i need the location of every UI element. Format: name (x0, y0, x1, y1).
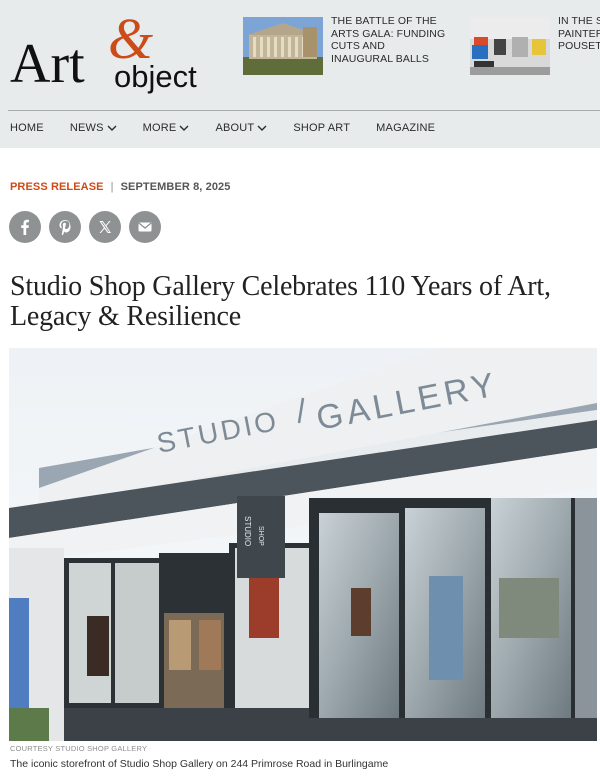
share-x-button[interactable] (89, 211, 121, 243)
hanging-sign-text-2: SHOP (257, 526, 264, 546)
main-nav: HOME NEWS MORE ABOUT SHOP ART MAGAZINE (10, 122, 461, 134)
svg-text:object: object (114, 59, 197, 94)
chevron-down-icon (179, 125, 189, 131)
svg-text:Art: Art (10, 33, 85, 95)
nav-item-news[interactable]: NEWS (70, 122, 117, 134)
image-credit: COURTESY STUDIO SHOP GALLERY (10, 744, 148, 753)
share-facebook-button[interactable] (9, 211, 41, 243)
storefront-photo: STUDIO GALLERY STUDIO SHOP (9, 348, 597, 741)
article-hero-image[interactable]: STUDIO GALLERY STUDIO SHOP (9, 348, 597, 741)
x-icon (99, 221, 111, 233)
nav-label: MORE (142, 122, 177, 134)
teaser-title-line: ARTS GALA: FUNDING (331, 27, 446, 40)
facebook-icon (21, 219, 29, 235)
teaser-title-1[interactable]: THE BATTLE OF THE ARTS GALA: FUNDING CUT… (331, 15, 455, 65)
teaser-thumbnail-1[interactable] (243, 17, 323, 75)
nav-divider (8, 110, 600, 111)
meta-separator: | (110, 181, 114, 193)
nav-item-home[interactable]: HOME (10, 122, 44, 134)
pinterest-icon (59, 220, 71, 235)
nav-item-about[interactable]: ABOUT (215, 122, 267, 134)
nav-label: NEWS (69, 122, 104, 134)
site-header: Art & object THE BATTLE OF THE ARTS GALA… (0, 0, 600, 148)
teaser-title-line: IN THE S (558, 15, 600, 27)
teaser-title-2[interactable]: IN THE S PAINTER POUSET (558, 15, 600, 53)
site-logo[interactable]: Art & object (8, 6, 208, 100)
email-icon (138, 222, 152, 232)
nav-item-more[interactable]: MORE (143, 122, 190, 134)
share-email-button[interactable] (129, 211, 161, 243)
teaser-title-line: INAUGURAL BALLS (331, 52, 429, 65)
teaser-thumbnail-2[interactable] (470, 17, 550, 75)
article-category[interactable]: PRESS RELEASE (10, 181, 104, 193)
nav-item-shop-art[interactable]: SHOP ART (293, 122, 350, 134)
nav-label: ABOUT (215, 122, 255, 134)
teaser-title-line: CUTS AND (331, 40, 385, 52)
teaser-article-2[interactable]: IN THE S PAINTER POUSET (470, 15, 600, 77)
article-date: SEPTEMBER 8, 2025 (120, 181, 231, 193)
teaser-title-line: POUSET (558, 40, 600, 52)
article-headline: Studio Shop Gallery Celebrates 110 Years… (10, 271, 551, 332)
teaser-title-line: THE BATTLE OF THE (331, 15, 437, 27)
nav-label: SHOP ART (293, 122, 351, 134)
nav-label: HOME (10, 122, 44, 134)
hanging-sign-text: STUDIO (243, 516, 252, 546)
nav-item-magazine[interactable]: MAGAZINE (376, 122, 435, 134)
art-and-object-logo: Art & object (10, 6, 197, 95)
teaser-article-1[interactable]: THE BATTLE OF THE ARTS GALA: FUNDING CUT… (243, 15, 455, 77)
chevron-down-icon (257, 125, 267, 131)
article-meta: PRESS RELEASE | SEPTEMBER 8, 2025 (10, 181, 231, 193)
chevron-down-icon (107, 125, 117, 131)
nav-label: MAGAZINE (376, 122, 436, 134)
teaser-title-line: PAINTER (558, 27, 600, 40)
image-caption: The iconic storefront of Studio Shop Gal… (10, 758, 389, 770)
share-buttons (9, 211, 161, 243)
share-pinterest-button[interactable] (49, 211, 81, 243)
